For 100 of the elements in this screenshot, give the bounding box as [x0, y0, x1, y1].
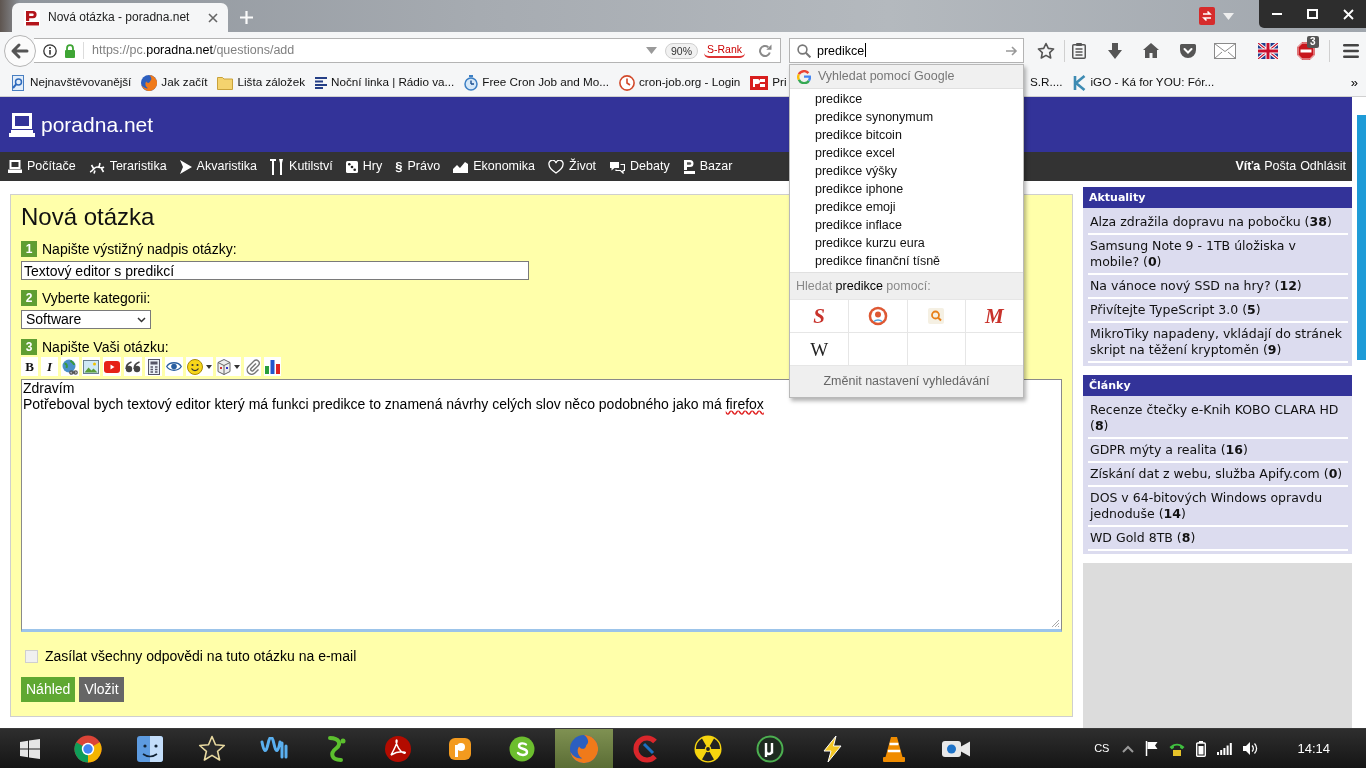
suggestion-item[interactable]: predikce synonymum: [790, 108, 1023, 126]
search-settings-button[interactable]: Změnit nastavení vyhledávání: [790, 366, 1023, 397]
arrow-icon[interactable]: [1006, 45, 1018, 56]
browser-tab[interactable]: Nová otázka - poradna.net: [12, 3, 228, 32]
caret-icon[interactable]: [645, 47, 657, 54]
bookmark-item[interactable]: Noční linka | Rádio va...: [315, 75, 455, 90]
form-title: Nová otázka: [21, 203, 155, 231]
flag-icon[interactable]: [1258, 42, 1278, 59]
article-link[interactable]: MikroTiky napadeny, vkládají do stránek skript na těžení kryptoměn (9): [1088, 323, 1348, 363]
maximize-icon[interactable]: [1306, 9, 1318, 19]
article-link[interactable]: Alza zdražila dopravu na pobočku (38): [1088, 211, 1348, 235]
menu-icon[interactable]: [1343, 43, 1359, 58]
editor-tool-button[interactable]: [145, 357, 162, 376]
article-link[interactable]: GDPR mýty a realita (16): [1088, 439, 1348, 463]
bookmark-item[interactable]: Free Cron Job and Mo...: [464, 74, 609, 91]
bold-button[interactable]: B: [21, 357, 38, 376]
editor-tool-button[interactable]: [124, 357, 142, 376]
back-icon[interactable]: [4, 34, 36, 67]
url-text[interactable]: https://pc.poradna.net/questions/add: [92, 43, 295, 58]
article-link[interactable]: Získání dat z webu, služba Apify.com (0): [1088, 463, 1348, 487]
clock-text[interactable]: 14:14: [1297, 740, 1330, 757]
language-indicator[interactable]: CS: [1094, 741, 1110, 756]
bookmark-item[interactable]: cron-job.org - Login: [618, 74, 741, 91]
article-link[interactable]: Samsung Note 9 - 1TB úložiska v mobile? (0): [1088, 235, 1348, 275]
start-icon[interactable]: [18, 737, 41, 760]
suggestion-item[interactable]: predikce: [790, 90, 1023, 108]
nav-link[interactable]: Počítače: [8, 159, 76, 174]
signal-bars-icon[interactable]: [1217, 742, 1233, 755]
chevron-up-icon[interactable]: [1122, 744, 1135, 753]
search-field[interactable]: predikce: [789, 38, 1024, 63]
envelope-icon[interactable]: [1214, 42, 1236, 59]
italic-button[interactable]: I: [41, 357, 58, 376]
logo-icon: [682, 159, 695, 174]
bookmark-item[interactable]: Nejnavštěvovanější: [10, 74, 132, 91]
search-engine-button[interactable]: S: [790, 300, 849, 333]
address-bar[interactable]: https://pc.poradna.net/questions/add 90% S-Rank: [34, 38, 781, 63]
rank-addon-button[interactable]: S-Rank: [704, 43, 745, 58]
reload-icon[interactable]: [758, 43, 772, 58]
article-link[interactable]: Recenze čtečky e-Knih KOBO CLARA HD (8): [1088, 399, 1348, 439]
nav-link[interactable]: Debaty: [609, 159, 670, 174]
article-link[interactable]: WD Gold 8TB (8): [1088, 527, 1348, 551]
nav-link[interactable]: Ekonomika: [453, 159, 535, 174]
bookmark-item[interactable]: Jak začít: [141, 74, 208, 91]
search-engine-button[interactable]: [848, 300, 907, 333]
minimize-icon[interactable]: [1271, 13, 1282, 15]
nav-link[interactable]: Hry: [345, 159, 383, 174]
nav-link[interactable]: Kutilství: [270, 158, 333, 175]
bookmark-item[interactable]: iGO - Ká for YOU: Fór...: [1072, 74, 1215, 91]
bookmark-item[interactable]: Lišta záložek: [217, 75, 306, 90]
home-icon[interactable]: [1143, 43, 1159, 58]
flag-icon[interactable]: [1145, 741, 1159, 756]
round-logo-icon: [756, 734, 784, 763]
download-icon[interactable]: [1108, 42, 1122, 59]
telephone-icon[interactable]: [1169, 741, 1186, 756]
shield-chevron-icon[interactable]: [1180, 43, 1196, 58]
article-link[interactable]: DOS v 64-bitových Windows opravdu jednoduše (14): [1088, 487, 1348, 527]
star-icon[interactable]: [1037, 41, 1055, 60]
article-link[interactable]: Přivítejte TypeScript 3.0 (5): [1088, 299, 1348, 323]
editor-tool-button[interactable]: [264, 357, 281, 376]
bookmarks-overflow-button[interactable]: »: [1350, 74, 1358, 91]
suggestion-item[interactable]: predikce výšky: [790, 162, 1023, 180]
nav-link[interactable]: Život: [548, 159, 597, 174]
resize-grip-icon[interactable]: [1050, 618, 1059, 627]
info-icon[interactable]: [43, 43, 57, 58]
editor-tool-button[interactable]: [61, 357, 79, 376]
nav-link[interactable]: Akvaristika: [179, 159, 258, 174]
suggestion-item[interactable]: predikce inflace: [790, 216, 1023, 234]
suggestion-item[interactable]: predikce bitcoin: [790, 126, 1023, 144]
user-name-link[interactable]: Víťa: [1235, 159, 1261, 174]
nav-link[interactable]: Teraristika: [88, 159, 167, 174]
editor-tool-button[interactable]: [186, 357, 213, 376]
title-input[interactable]: Textový editor s predikcí: [21, 261, 529, 280]
editor-tool-button[interactable]: [216, 357, 241, 376]
user-menu-link[interactable]: Odhlásit: [1300, 159, 1346, 174]
suggestion-item[interactable]: predikce excel: [790, 144, 1023, 162]
category-select[interactable]: Software: [21, 310, 151, 329]
nav-link[interactable]: § Právo: [395, 158, 441, 175]
suggestion-item[interactable]: predikce emoji: [790, 198, 1023, 216]
bookmark-item[interactable]: S.R....: [1030, 75, 1063, 90]
search-engine-button[interactable]: M: [964, 300, 1023, 333]
site-logo-link[interactable]: poradna.net: [9, 111, 154, 138]
suggestion-item[interactable]: predikce kurzu eura: [790, 234, 1023, 252]
arrows-tile-icon[interactable]: [1199, 7, 1215, 25]
plus-icon[interactable]: [240, 11, 253, 24]
article-link[interactable]: Na vánoce nový SSD na hry? (12): [1088, 275, 1348, 299]
insert-button[interactable]: Vložit: [79, 677, 124, 702]
suggestion-item[interactable]: predikce finanční tísně: [790, 252, 1023, 270]
speaker-icon[interactable]: [1243, 741, 1259, 756]
heart-icon: [548, 159, 564, 174]
nav-link[interactable]: Bazar: [682, 159, 733, 174]
scrollbar-thumb[interactable]: [1357, 115, 1366, 360]
search-with-google-item[interactable]: Vyhledat pomocí Google: [790, 65, 1023, 89]
zoom-level-button[interactable]: 90%: [664, 42, 698, 59]
lock-icon[interactable]: [64, 43, 76, 58]
battery-icon[interactable]: [1196, 740, 1207, 757]
suggestion-item[interactable]: predikce iphone: [790, 180, 1023, 198]
clipboard-icon[interactable]: [1072, 42, 1086, 59]
user-menu-link[interactable]: Pošta: [1264, 159, 1297, 174]
bookmark-item[interactable]: Pri: [750, 75, 787, 90]
editor-tool-button[interactable]: [165, 357, 183, 376]
